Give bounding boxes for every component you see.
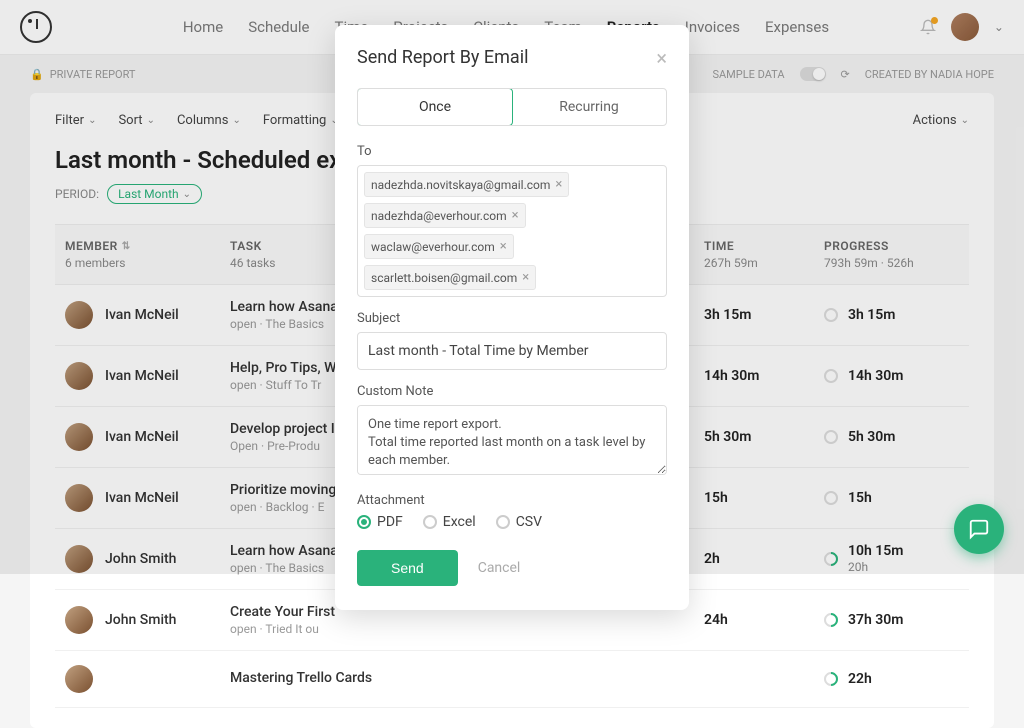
progress-ring-icon bbox=[821, 610, 841, 630]
remove-chip-icon[interactable]: × bbox=[512, 208, 519, 223]
attachment-label: Attachment bbox=[357, 493, 667, 508]
table-row[interactable]: Mastering Trello Cards 22h bbox=[55, 651, 969, 708]
progress-cell: 37h 30m bbox=[824, 612, 959, 628]
modal-title: Send Report By Email bbox=[357, 47, 528, 68]
recipient-chip[interactable]: waclaw@everhour.com× bbox=[364, 234, 514, 259]
attachment-radios: PDF Excel CSV bbox=[357, 514, 667, 530]
recipients-input[interactable]: nadezhda.novitskaya@gmail.com× nadezhda@e… bbox=[357, 165, 667, 297]
close-icon[interactable]: × bbox=[656, 48, 667, 68]
progress-ring-icon bbox=[821, 669, 841, 689]
to-label: To bbox=[357, 144, 667, 159]
note-label: Custom Note bbox=[357, 384, 667, 399]
attachment-radio-excel[interactable]: Excel bbox=[423, 514, 476, 530]
member-name: John Smith bbox=[105, 612, 230, 628]
remove-chip-icon[interactable]: × bbox=[555, 177, 562, 192]
remove-chip-icon[interactable]: × bbox=[500, 239, 507, 254]
time-cell: 24h bbox=[704, 612, 824, 628]
task-title: Mastering Trello Cards bbox=[230, 670, 704, 686]
member-avatar bbox=[65, 665, 93, 693]
send-button[interactable]: Send bbox=[357, 550, 458, 586]
tab-once[interactable]: Once bbox=[357, 88, 513, 126]
attachment-radio-csv[interactable]: CSV bbox=[496, 514, 542, 530]
member-avatar bbox=[65, 606, 93, 634]
frequency-tabs: Once Recurring bbox=[357, 88, 667, 126]
note-textarea[interactable] bbox=[357, 405, 667, 475]
recipient-chip[interactable]: nadezhda@everhour.com× bbox=[364, 203, 526, 228]
progress-cell: 22h bbox=[824, 671, 959, 687]
subject-input[interactable] bbox=[357, 332, 667, 370]
radio-icon bbox=[496, 515, 510, 529]
send-report-modal: Send Report By Email × Once Recurring To… bbox=[335, 25, 689, 610]
recipient-chip[interactable]: nadezhda.novitskaya@gmail.com× bbox=[364, 172, 569, 197]
radio-icon bbox=[357, 515, 371, 529]
remove-chip-icon[interactable]: × bbox=[522, 270, 529, 285]
attachment-radio-pdf[interactable]: PDF bbox=[357, 514, 403, 530]
tab-recurring[interactable]: Recurring bbox=[512, 89, 666, 125]
help-fab[interactable] bbox=[954, 504, 1004, 554]
radio-icon bbox=[423, 515, 437, 529]
task-subtitle: open · Tried It ou bbox=[230, 622, 704, 636]
recipient-chip[interactable]: scarlett.boisen@gmail.com× bbox=[364, 265, 536, 290]
subject-label: Subject bbox=[357, 311, 667, 326]
